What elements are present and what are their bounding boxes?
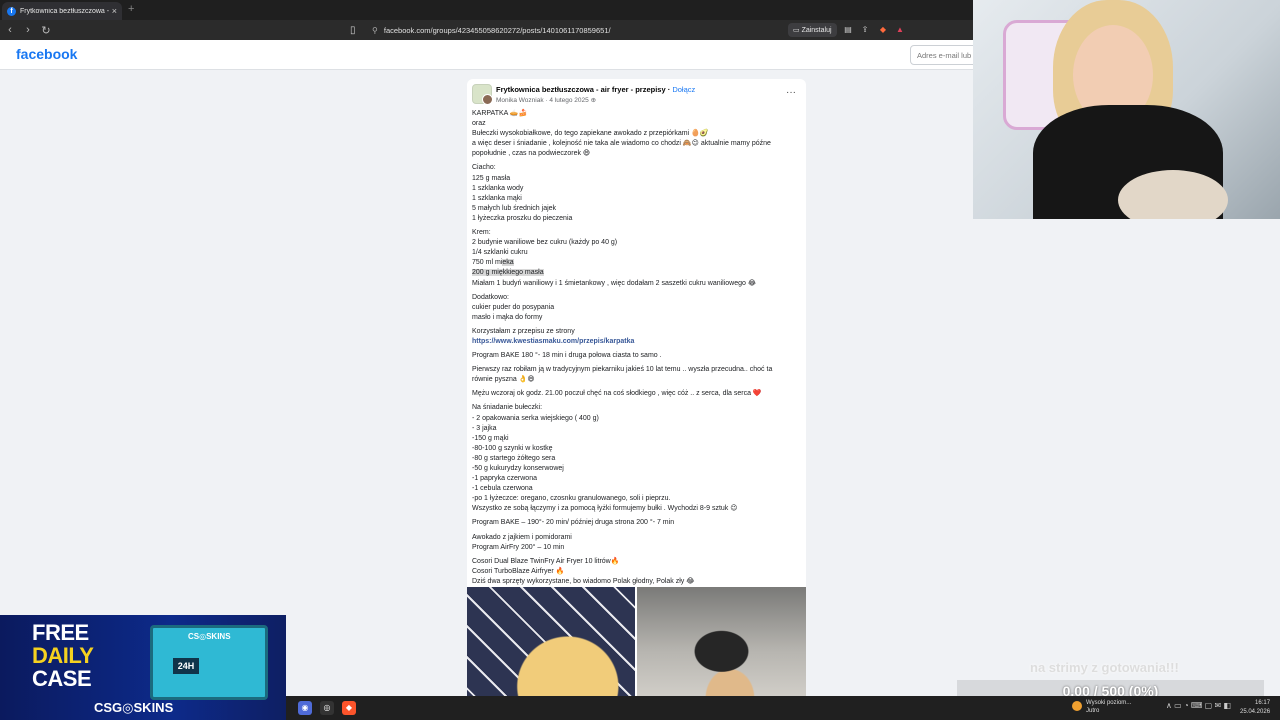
brave-rewards-icon[interactable]: ▲ [895,25,905,35]
post-line: Program AirFry 200° – 10 min [472,543,565,551]
ad-brand: CSG◎SKINS [94,700,174,715]
join-group-link[interactable]: Dołącz [672,85,695,94]
chest-label: CS◎SKINS [188,632,231,641]
group-name: Frytkownica beztłuszczowa - air fryer - … [496,85,695,94]
post-line: -150 g mąki [472,434,509,442]
post-line: -80-100 g szynki w kostkę [472,444,553,452]
post-photos [467,587,806,704]
post-date[interactable]: 4 lutego 2025 [549,97,588,104]
post-line: Na śniadanie bułeczki: [472,404,543,412]
post-line: -1 papryka czerwona [472,475,537,483]
post-line: Dodatkowo: [472,293,509,301]
post-line: -1 cebula czerwona [472,485,533,493]
chest-timer: 24H [173,658,199,674]
selected-text: 200 g miękkiego masła [472,269,544,277]
group-name-link[interactable]: Frytkownica beztłuszczowa - air fryer - … [496,85,666,94]
reload-icon[interactable]: ↻ [38,24,54,37]
back-icon[interactable]: ‹ [2,24,18,36]
site-info-icon[interactable]: ⚲ [372,26,378,35]
post-line: cukier puder do posypania [472,303,555,311]
post-header: Frytkownica beztłuszczowa - air fryer - … [472,83,802,107]
install-app-button[interactable]: ▭ Zainstaluj [788,23,837,37]
globe-icon: ⊕ [590,97,597,104]
brave-browser-icon[interactable]: ◆ [342,701,356,715]
post-meta: Monika Wozniak · 4 lutego 2025 ⊕ [496,96,596,104]
post-line: 1 łyżeczka proszku do pieczenia [472,214,573,222]
facebook-logo[interactable]: facebook [16,46,77,62]
install-label: Zainstaluj [801,26,832,34]
post-line: 2 budynie waniliowe bez cukru (każdy po … [472,239,618,247]
post-line: KARPATKA 🥧🍰 [472,110,528,117]
system-tray-icons[interactable]: ∧ ▭ ◔ ⌨ ▢ ✉ ◧ [1166,701,1231,710]
share-icon[interactable]: ⇪ [860,25,870,35]
facebook-header: facebook Adres e-mail lub [0,40,980,70]
author-name[interactable]: Monika Wozniak [496,97,544,104]
post-line: Wszystko ze sobą łączymy i za pomocą łyż… [472,505,738,513]
post-line: 750 ml mieka [472,259,514,267]
post-line: 1/4 szklanki cukru [472,249,528,257]
post-line: Program BAKE 180 °- 18 min i druga połow… [472,352,662,360]
post-line: -po 1 łyżeczce: oregano, czosnku granulo… [472,495,671,503]
discord-icon[interactable]: ◉ [298,701,312,715]
post-line: 1 szklanka mąki [472,194,522,202]
taskbar: ◉ ◎ ◆ Wysoki poziom... Jutro ∧ ▭ ◔ ⌨ ▢ ✉… [286,696,1280,720]
facebook-favicon-icon: f [7,6,16,16]
recipe-link[interactable]: https://www.kwestiasmaku.com/przepis/kar… [472,338,634,345]
forward-icon[interactable]: › [20,24,36,36]
post-text: KARPATKA 🥧🍰 oraz Bułeczki wysokobiałkowe,… [472,109,802,587]
obs-icon[interactable]: ◎ [320,701,334,715]
post-line: Krem: [472,229,491,237]
weather-icon [1072,701,1082,711]
browser-tab[interactable]: f Frytkownica beztłuszczowa - air × [2,2,122,20]
post-line: Bułeczki wysokobiałkowe, do tego zapieka… [472,130,709,138]
post-line: Dziś dwa sprzęty wykorzystane, bo wiadom… [472,577,695,585]
post-line: a więc deser i śniadanie , kolejność nie… [472,140,771,148]
post-line: Mężu wczoraj ok godz. 21.00 poczuł chęć … [472,390,762,398]
post-line: popołudnie , czas na podwieczorek 😄 [472,150,591,158]
post-line: 1 szklanka wody [472,184,524,192]
weather-widget[interactable]: Wysoki poziom... Jutro [1072,699,1131,715]
ad-headline: FREE DAILY CASE [32,620,94,691]
post-line: Cosori Dual Blaze TwinFry Air Fryer 10 l… [472,557,620,565]
karpatka-photo[interactable] [467,587,635,704]
post-line: 125 g masła [472,174,511,182]
new-tab-button[interactable]: + [128,3,134,15]
post-line: Program BAKE – 190°- 20 min/ później dru… [472,519,675,527]
post-line: Korzystałam z przepisu ze strony [472,327,575,335]
post-card: Frytkownica beztłuszczowa - air fryer - … [467,79,806,704]
install-icon: ▭ [793,27,802,34]
sponsor-ad: FREE DAILY CASE CS◎SKINS 24H CSG◎SKINS [0,615,286,720]
donation-goal-title: na strimy z gotowania!!! [1030,660,1179,675]
post-line: -50 g kukurydzy konserwowej [472,465,564,472]
more-options-icon[interactable]: ··· [786,87,796,98]
reader-icon[interactable]: ▤ [843,25,853,35]
url-text[interactable]: facebook.com/groups/423455058620272/post… [384,26,611,35]
post-line: Ciacho: [472,164,496,172]
post-line: -80 g startego żółtego sera [472,454,556,462]
post-line: Miałam 1 budyń waniliowy i 1 śmietankowy… [472,279,757,287]
brave-shield-icon[interactable]: ◆ [878,25,888,35]
post-line: Pierwszy raz robiłam ją w tradycyjnym pi… [472,366,773,374]
selected-text: eka [502,259,514,267]
clock[interactable]: 16:17 25.04.2026 [1240,699,1270,717]
post-line: 5 małych lub średnich jajek [472,204,557,212]
post-line: Awokado z jajkiem i pomidorami [472,533,572,541]
post-line: oraz [472,120,486,128]
post-line: - 3 jajka [472,424,497,432]
close-tab-icon[interactable]: × [112,6,117,16]
post-line: - 2 opakowania serka wiejskiego ( 400 g) [472,414,599,422]
tab-title: Frytkownica beztłuszczowa - air [20,7,109,15]
post-line: Cosori TurboBlaze Airfryer 🔥 [472,567,565,575]
case-chest-icon: CS◎SKINS 24H [150,625,268,700]
post-line: równie pyszna 👌😄 [472,376,535,384]
webcam-overlay [973,0,1280,219]
email-field[interactable]: Adres e-mail lub [910,45,980,65]
post-line: masło i mąka do formy [472,313,543,321]
author-avatar[interactable] [482,94,493,105]
bookmark-icon[interactable]: ▯ [350,25,364,36]
dog-photo[interactable] [637,587,806,704]
